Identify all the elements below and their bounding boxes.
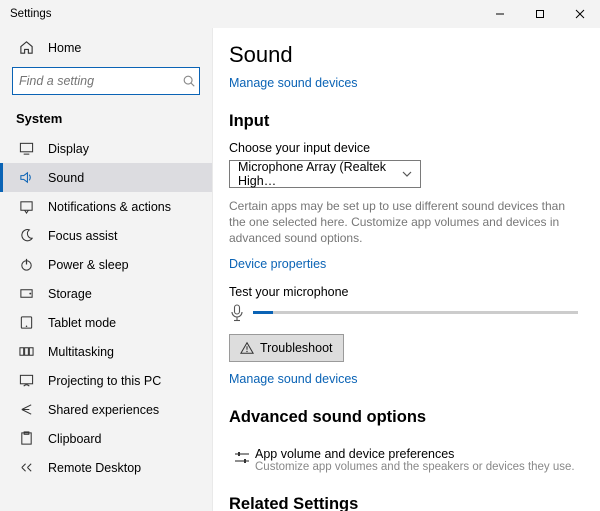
sound-icon — [16, 170, 36, 185]
storage-icon — [16, 286, 36, 301]
sidebar-item-remote[interactable]: Remote Desktop — [0, 453, 212, 482]
remote-icon — [16, 460, 36, 475]
sidebar-item-label: Clipboard — [48, 432, 102, 446]
window-title: Settings — [10, 8, 52, 20]
home-icon — [16, 40, 36, 55]
app-volume-desc: Customize app volumes and the speakers o… — [255, 461, 575, 473]
tablet-icon — [16, 315, 36, 330]
clipboard-icon — [16, 431, 36, 446]
sidebar-item-label: Remote Desktop — [48, 461, 141, 475]
maximize-button[interactable] — [520, 0, 560, 28]
minimize-button[interactable] — [480, 0, 520, 28]
multitask-icon — [16, 344, 36, 359]
sidebar-item-tablet[interactable]: Tablet mode — [0, 308, 212, 337]
project-icon — [16, 373, 36, 388]
share-icon — [16, 402, 36, 417]
input-device-select[interactable]: Microphone Array (Realtek High… — [229, 160, 421, 188]
notifications-icon — [16, 199, 36, 214]
sidebar-item-notifications[interactable]: Notifications & actions — [0, 192, 212, 221]
test-mic-label: Test your microphone — [229, 285, 578, 299]
sidebar-heading: System — [0, 105, 212, 134]
sidebar-item-projecting[interactable]: Projecting to this PC — [0, 366, 212, 395]
related-heading: Related Settings — [229, 495, 578, 511]
sidebar-item-label: Sound — [48, 171, 84, 185]
display-icon — [16, 141, 36, 156]
sidebar-item-shared[interactable]: Shared experiences — [0, 395, 212, 424]
app-volume-title: App volume and device preferences — [255, 447, 575, 461]
search-icon — [182, 74, 196, 88]
input-description: Certain apps may be set up to use differ… — [229, 198, 578, 247]
home-nav[interactable]: Home — [0, 34, 212, 61]
sidebar-item-label: Storage — [48, 287, 92, 301]
sidebar-item-label: Display — [48, 142, 89, 156]
sidebar-item-label: Notifications & actions — [48, 200, 171, 214]
sidebar-item-label: Power & sleep — [48, 258, 129, 272]
troubleshoot-label: Troubleshoot — [260, 341, 333, 355]
app-volume-item[interactable]: App volume and device preferences Custom… — [229, 437, 578, 473]
search-input[interactable] — [12, 67, 200, 95]
page-title: Sound — [229, 42, 578, 68]
manage-devices-link-bottom[interactable]: Manage sound devices — [229, 372, 358, 386]
sidebar-item-multitask[interactable]: Multitasking — [0, 337, 212, 366]
sidebar-item-clipboard[interactable]: Clipboard — [0, 424, 212, 453]
sidebar-item-sound[interactable]: Sound — [0, 163, 212, 192]
warning-icon — [240, 341, 254, 355]
close-button[interactable] — [560, 0, 600, 28]
microphone-icon — [229, 304, 245, 322]
sidebar-item-display[interactable]: Display — [0, 134, 212, 163]
sidebar-item-focus-assist[interactable]: Focus assist — [0, 221, 212, 250]
moon-icon — [16, 228, 36, 243]
sidebar-item-label: Focus assist — [48, 229, 117, 243]
sidebar-item-label: Tablet mode — [48, 316, 116, 330]
selected-device: Microphone Array (Realtek High… — [238, 160, 402, 188]
sidebar-item-label: Multitasking — [48, 345, 114, 359]
sidebar-item-power[interactable]: Power & sleep — [0, 250, 212, 279]
sliders-icon — [229, 447, 255, 473]
search-field[interactable] — [19, 74, 182, 88]
manage-devices-link-top[interactable]: Manage sound devices — [229, 76, 358, 90]
mic-level-bar — [253, 311, 578, 314]
power-icon — [16, 257, 36, 272]
input-heading: Input — [229, 112, 578, 131]
sidebar-item-label: Projecting to this PC — [48, 374, 161, 388]
sidebar-item-label: Shared experiences — [48, 403, 159, 417]
sidebar-item-storage[interactable]: Storage — [0, 279, 212, 308]
device-properties-link[interactable]: Device properties — [229, 257, 326, 271]
advanced-heading: Advanced sound options — [229, 408, 578, 427]
troubleshoot-button[interactable]: Troubleshoot — [229, 334, 344, 362]
home-label: Home — [48, 41, 81, 55]
chevron-down-icon — [402, 169, 412, 179]
choose-input-label: Choose your input device — [229, 141, 578, 155]
